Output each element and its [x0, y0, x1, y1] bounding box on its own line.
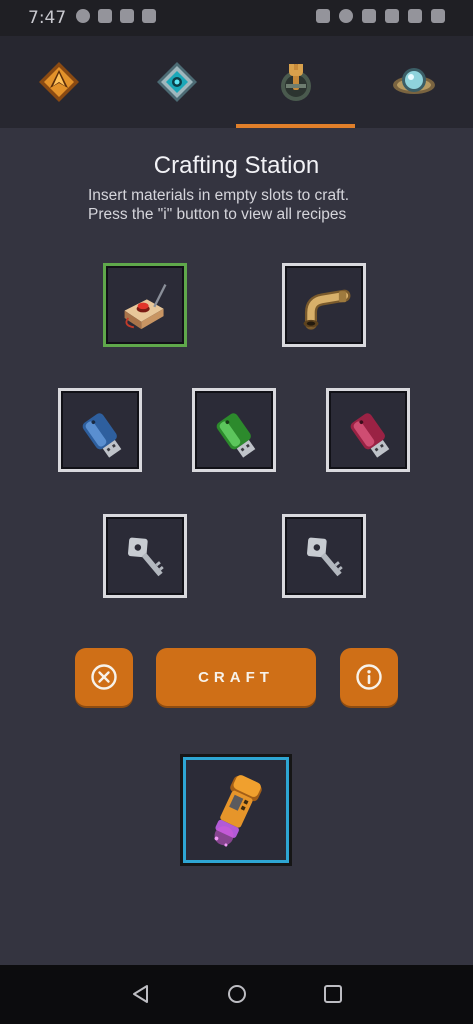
detonator-box-icon — [124, 284, 167, 330]
material-slot-1[interactable] — [103, 263, 187, 347]
material-slot-4[interactable] — [192, 388, 276, 472]
brass-pipe-icon — [303, 289, 351, 330]
status-left-icons — [76, 9, 156, 23]
battery-icon — [431, 9, 445, 23]
home-icon[interactable] — [226, 983, 248, 1005]
system-navigation-bar — [0, 965, 473, 1024]
recipes-info-button[interactable] — [340, 648, 398, 706]
active-tab-indicator — [236, 124, 355, 128]
silver-key-icon — [307, 537, 343, 577]
app-notification-icon — [76, 9, 90, 23]
category-tab-bar — [0, 36, 473, 128]
crafting-wrench-emblem-icon — [280, 64, 311, 101]
vibrate-icon — [385, 9, 399, 23]
back-icon[interactable] — [130, 983, 152, 1005]
orange-arrow-emblem-icon — [39, 62, 80, 102]
subtitle-line-2: Press the "i" button to view all recipes — [88, 206, 347, 223]
nfc-icon — [316, 9, 330, 23]
orange-energy-cell-icon — [214, 775, 262, 847]
wifi-calling-icon — [142, 9, 156, 23]
status-time: 7:47 — [28, 8, 67, 28]
material-slot-5[interactable] — [326, 388, 410, 472]
craft-result-slot[interactable] — [180, 754, 292, 866]
blue-usb-drive-icon — [82, 413, 122, 458]
info-circle-icon — [356, 664, 382, 690]
page-subtitle: Insert materials in empty slots to craft… — [88, 186, 448, 224]
craft-button[interactable]: CRAFT — [156, 648, 316, 706]
signal-icon — [408, 9, 422, 23]
location-icon — [339, 9, 353, 23]
material-slot-6[interactable] — [103, 514, 187, 598]
material-slot-7[interactable] — [282, 514, 366, 598]
tab-weapons[interactable] — [0, 36, 118, 128]
status-right-icons — [316, 9, 445, 23]
image-icon — [120, 9, 134, 23]
red-usb-drive-icon — [350, 413, 390, 458]
craft-button-label: CRAFT — [198, 668, 274, 686]
message-icon — [98, 9, 112, 23]
cyan-gem-emblem-icon — [157, 62, 198, 102]
tab-planets[interactable] — [355, 36, 473, 128]
clear-slots-button[interactable] — [75, 648, 133, 706]
material-slot-3[interactable] — [58, 388, 142, 472]
page-title: Crafting Station — [153, 152, 320, 179]
planet-orb-icon — [392, 68, 435, 94]
green-usb-drive-icon — [216, 413, 256, 458]
subtitle-line-1: Insert materials in empty slots to craft… — [88, 187, 350, 204]
tab-crafting[interactable] — [237, 36, 355, 128]
tab-gems[interactable] — [118, 36, 236, 128]
material-slot-2[interactable] — [282, 263, 366, 347]
status-bar: 7:47 — [0, 0, 473, 36]
recents-icon[interactable] — [322, 983, 344, 1005]
silver-key-icon — [128, 537, 164, 577]
no-sim-icon — [362, 9, 376, 23]
close-circle-icon — [91, 664, 117, 690]
